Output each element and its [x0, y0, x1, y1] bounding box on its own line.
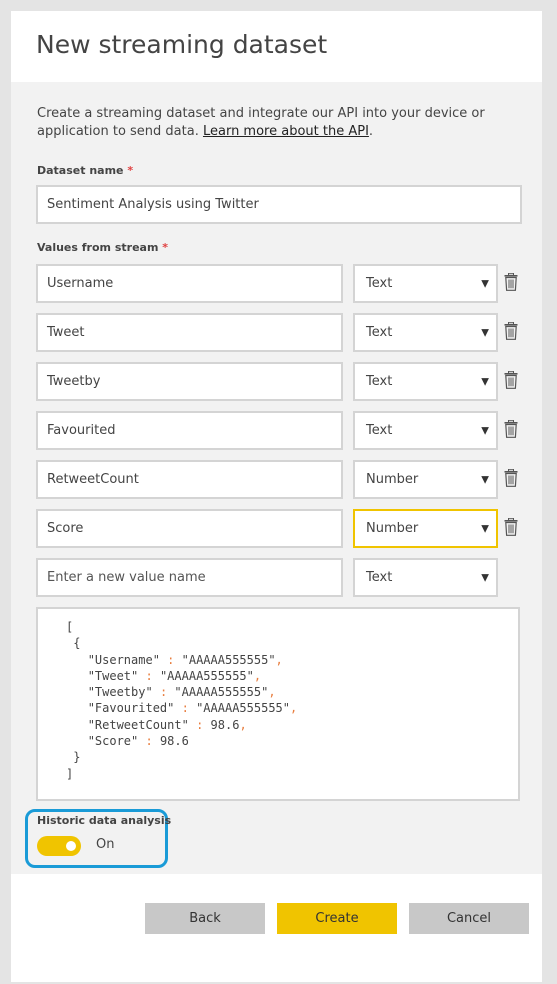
chevron-down-icon: ▼: [481, 474, 489, 485]
dataset-name-value: Sentiment Analysis using Twitter: [47, 197, 259, 212]
json-colon: :: [159, 652, 182, 667]
json-comma: ,: [275, 652, 283, 667]
value-type-text: Text: [366, 374, 393, 389]
value-name-text: Tweet: [47, 325, 85, 340]
value-type-text: Text: [366, 423, 393, 438]
historic-state: On: [96, 837, 115, 852]
json-line: "Username" : "AAAAA555555",: [66, 652, 518, 668]
required-mark: *: [162, 241, 169, 254]
json-open-brace: {: [66, 636, 81, 651]
new-value-placeholder: Enter a new value name: [47, 570, 206, 585]
json-colon: :: [152, 685, 175, 700]
json-preview: [ { "Username" : "AAAAA555555", "Tweet" …: [36, 607, 520, 801]
new-value-type-select[interactable]: Text ▼: [353, 558, 498, 597]
value-name-input[interactable]: Tweet: [36, 313, 343, 352]
page-title: New streaming dataset: [36, 30, 328, 59]
trash-icon[interactable]: [504, 370, 518, 389]
json-close-bracket: ]: [66, 766, 74, 781]
json-comma: ,: [290, 701, 298, 716]
historic-label: Historic data analysis: [37, 814, 172, 827]
json-open-bracket: [: [66, 620, 74, 634]
value-name-text: Score: [47, 521, 84, 536]
json-lines: "Username" : "AAAAA555555", "Tweet" : "A…: [66, 652, 518, 750]
json-colon: :: [188, 717, 211, 732]
json-key: "RetweetCount": [87, 717, 189, 732]
json-value: 98.6: [210, 717, 240, 732]
json-line: "Tweetby" : "AAAAA555555",: [66, 684, 518, 700]
json-key: "Tweet": [87, 668, 139, 683]
json-colon: :: [138, 668, 160, 683]
trash-icon[interactable]: [504, 517, 518, 536]
description: Create a streaming dataset and integrate…: [37, 105, 507, 141]
json-key: "Score": [87, 734, 139, 749]
chevron-down-icon: ▼: [481, 523, 489, 534]
json-line: "RetweetCount" : 98.6,: [66, 717, 518, 733]
json-key: "Favourited": [87, 701, 175, 716]
dataset-name-input[interactable]: Sentiment Analysis using Twitter: [36, 185, 522, 224]
trash-icon[interactable]: [504, 419, 518, 438]
value-type-select[interactable]: Text ▼: [353, 362, 498, 401]
value-type-text: Text: [366, 276, 393, 291]
value-type-select[interactable]: Text ▼: [353, 264, 498, 303]
json-key: "Username": [87, 652, 160, 667]
value-type-select[interactable]: Number ▼: [353, 509, 498, 548]
dataset-name-label-text: Dataset name: [37, 164, 124, 177]
dataset-name-label: Dataset name *: [37, 164, 133, 177]
json-comma: ,: [253, 668, 262, 683]
trash-icon[interactable]: [504, 468, 518, 487]
value-name-input[interactable]: Score: [36, 509, 343, 548]
dialog-panel: New streaming dataset Create a streaming…: [11, 11, 542, 982]
historic-toggle[interactable]: [37, 836, 81, 856]
trash-icon[interactable]: [504, 272, 518, 291]
required-mark: *: [127, 164, 134, 177]
chevron-down-icon: ▼: [481, 327, 489, 338]
json-value: "AAAAA555555": [196, 701, 290, 716]
learn-more-link[interactable]: Learn more about the API: [203, 124, 369, 139]
value-name-input[interactable]: Username: [36, 264, 343, 303]
chevron-down-icon: ▼: [481, 572, 489, 583]
chevron-down-icon: ▼: [481, 278, 489, 289]
json-comma: ,: [268, 685, 276, 700]
value-name-input[interactable]: RetweetCount: [36, 460, 343, 499]
back-button[interactable]: Back: [145, 903, 265, 934]
json-value: 98.6: [159, 734, 189, 749]
value-type-select[interactable]: Text ▼: [353, 411, 498, 450]
create-button[interactable]: Create: [277, 903, 397, 934]
value-name-text: Username: [47, 276, 114, 291]
values-label-text: Values from stream: [37, 241, 159, 254]
value-name-text: Favourited: [47, 423, 116, 438]
value-type-select[interactable]: Number ▼: [353, 460, 498, 499]
value-type-text: Text: [366, 325, 393, 340]
description-suffix: .: [368, 124, 374, 139]
values-from-stream-label: Values from stream *: [37, 241, 168, 254]
new-value-type-text: Text: [366, 570, 393, 585]
json-value: "AAAAA555555": [159, 668, 254, 683]
chevron-down-icon: ▼: [481, 425, 489, 436]
json-colon: :: [174, 701, 197, 716]
trash-icon[interactable]: [504, 321, 518, 340]
cancel-button[interactable]: Cancel: [409, 903, 529, 934]
json-close-brace: }: [66, 750, 81, 765]
value-name-text: RetweetCount: [47, 472, 139, 487]
new-value-name-input[interactable]: Enter a new value name: [36, 558, 343, 597]
json-value: "AAAAA555555": [174, 685, 269, 700]
json-line: "Score" : 98.6: [66, 733, 518, 749]
value-name-input[interactable]: Tweetby: [36, 362, 343, 401]
dialog-header: New streaming dataset: [11, 11, 542, 82]
json-key: "Tweetby": [87, 685, 153, 700]
json-line: "Tweet" : "AAAAA555555",: [66, 668, 518, 684]
chevron-down-icon: ▼: [481, 376, 489, 387]
value-name-input[interactable]: Favourited: [36, 411, 343, 450]
value-type-text: Number: [366, 472, 419, 487]
toggle-knob: [66, 841, 76, 851]
json-line: "Favourited" : "AAAAA555555",: [66, 700, 518, 716]
value-type-select[interactable]: Text ▼: [353, 313, 498, 352]
value-name-text: Tweetby: [47, 374, 101, 389]
value-type-text: Number: [366, 521, 419, 536]
json-value: "AAAAA555555": [181, 652, 276, 667]
json-colon: :: [138, 734, 160, 749]
json-comma: ,: [239, 717, 247, 732]
